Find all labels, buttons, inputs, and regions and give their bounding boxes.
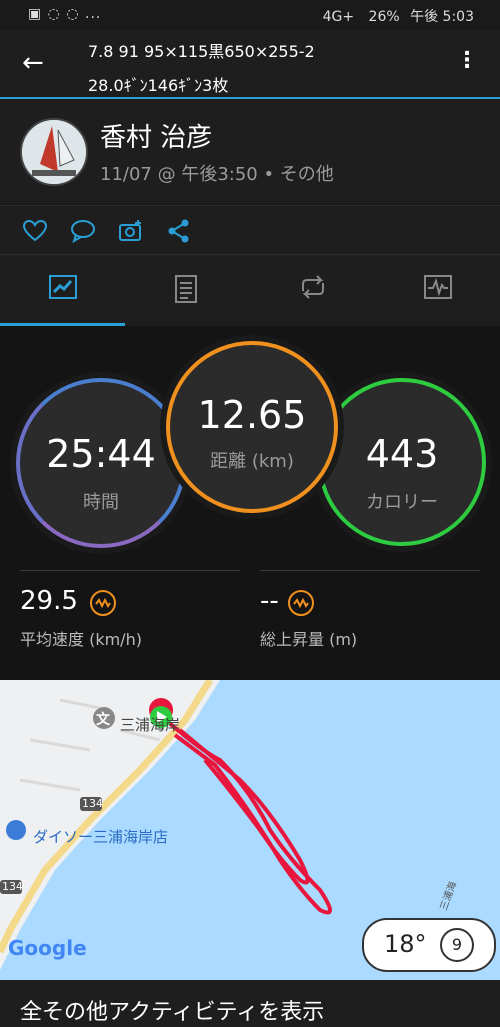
map-label-poi2[interactable]: ダイソー三浦海岸店 bbox=[33, 826, 168, 847]
calorie-label: カロリー bbox=[366, 492, 438, 513]
avatar[interactable] bbox=[20, 118, 88, 186]
info-wave-icon[interactable] bbox=[90, 590, 116, 616]
comment-icon[interactable] bbox=[70, 218, 96, 244]
calorie-stat-ring: 443 カロリー bbox=[318, 378, 486, 546]
weather-widget[interactable]: 18° 9 bbox=[362, 918, 496, 972]
distance-value: 12.65 bbox=[197, 393, 307, 437]
profile-header: 香村 治彦 11/07 @ 午後3:50 • その他 bbox=[0, 99, 500, 204]
road-number: 134 bbox=[82, 797, 103, 810]
ascent-label: 総上昇量 (m) bbox=[260, 630, 358, 649]
status-bar: ▣ ◌ ◌ ... 4G+ 26% 午後 5:03 bbox=[0, 0, 500, 30]
activity-meta: 11/07 @ 午後3:50 • その他 bbox=[100, 164, 334, 185]
status-right: 4G+ 26% 午後 5:03 bbox=[323, 6, 474, 26]
divider bbox=[260, 570, 480, 571]
google-logo: Google bbox=[8, 936, 87, 960]
distance-stat-ring: 12.65 距離 (km) bbox=[166, 341, 338, 513]
map-label-poi1[interactable]: 三浦海岸 bbox=[120, 714, 180, 735]
avg-speed-label: 平均速度 (km/h) bbox=[20, 630, 142, 649]
tab-charts[interactable] bbox=[375, 255, 500, 325]
camera-add-icon[interactable] bbox=[118, 218, 144, 244]
distance-label: 距離 (km) bbox=[210, 451, 294, 472]
app-bar: ← 7.8 91 95×115黒650×255-2 28.0ｷﾞﾝ146ｷﾞﾝ3… bbox=[0, 30, 500, 97]
calorie-value: 443 bbox=[365, 432, 439, 476]
tab-summary[interactable] bbox=[0, 255, 125, 325]
info-wave-icon[interactable] bbox=[288, 590, 314, 616]
graph-icon bbox=[424, 275, 452, 299]
avg-speed-stat: 29.5 平均速度 (km/h) bbox=[20, 570, 240, 649]
temperature: 18° bbox=[384, 930, 427, 958]
ascent-value: -- bbox=[260, 586, 279, 616]
action-bar bbox=[0, 205, 500, 254]
battery-level: 26% bbox=[368, 9, 400, 25]
loop-icon bbox=[302, 275, 324, 299]
activity-title-line2: 28.0ｷﾞﾝ146ｷﾞﾝ3枚 bbox=[88, 76, 229, 95]
share-icon[interactable] bbox=[166, 218, 192, 244]
show-all-activities-bar[interactable]: 全その他アクティビティを表示 bbox=[0, 980, 500, 1027]
wind-speed-icon: 9 bbox=[440, 928, 474, 962]
ascent-stat: -- 総上昇量 (m) bbox=[260, 570, 480, 649]
time-value: 25:44 bbox=[46, 432, 156, 476]
user-name[interactable]: 香村 治彦 bbox=[100, 117, 212, 154]
tab-details[interactable] bbox=[125, 255, 250, 325]
clock: 午後 5:03 bbox=[410, 9, 474, 25]
road-number: 134 bbox=[2, 880, 23, 893]
time-stat-ring: 25:44 時間 bbox=[16, 378, 186, 548]
show-all-activities-label: 全その他アクティビティを表示 bbox=[20, 1000, 325, 1025]
overflow-menu-icon[interactable]: ⋮ bbox=[456, 48, 478, 73]
document-icon bbox=[175, 275, 197, 303]
poi-icon: 文 bbox=[96, 712, 110, 728]
back-arrow-icon[interactable]: ← bbox=[22, 48, 44, 78]
status-left-icons: ▣ ◌ ◌ ... bbox=[28, 6, 102, 22]
tab-bar bbox=[0, 254, 500, 327]
summary-chart-icon bbox=[49, 275, 77, 299]
avg-speed-value: 29.5 bbox=[20, 586, 78, 616]
divider bbox=[20, 570, 240, 571]
heart-icon[interactable] bbox=[22, 218, 48, 244]
stats-panel: 25:44 時間 443 カロリー 12.65 距離 (km) 29.5 平均速… bbox=[0, 326, 500, 678]
tab-laps[interactable] bbox=[250, 255, 375, 325]
activity-title-line1: 7.8 91 95×115黒650×255-2 bbox=[88, 42, 315, 61]
signal-indicator: 4G+ bbox=[322, 9, 355, 25]
time-label: 時間 bbox=[83, 492, 119, 513]
